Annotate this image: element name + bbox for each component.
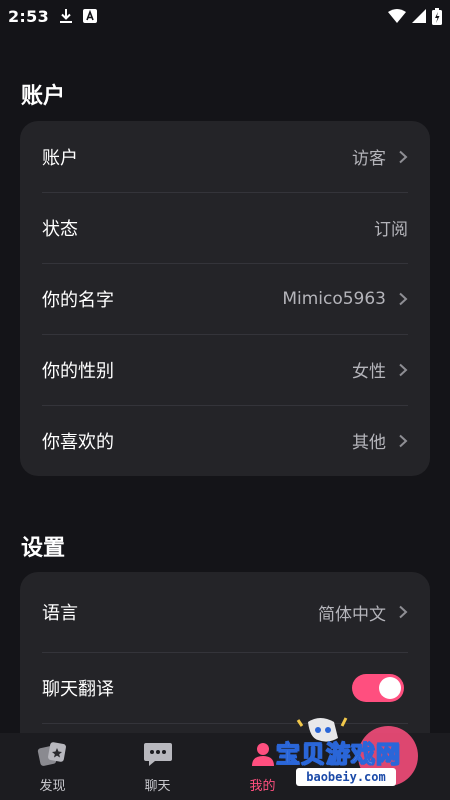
row-label: 聊天翻译 — [42, 678, 114, 700]
row-value: 订阅 — [374, 220, 408, 240]
row-status[interactable]: 状态 订阅 — [20, 192, 430, 263]
discover-icon — [36, 740, 70, 772]
chat-translation-toggle[interactable] — [352, 673, 404, 702]
chevron-right-icon — [398, 363, 408, 377]
watermark-title: 宝贝游戏网 — [276, 740, 401, 769]
toggle-knob — [379, 676, 401, 699]
chevron-right-icon — [398, 605, 408, 619]
wifi-icon — [388, 9, 406, 23]
battery-charging-icon — [432, 7, 442, 25]
download-icon — [59, 8, 73, 24]
row-value: 简体中文 — [318, 604, 386, 625]
profile-screen: 2:53 账户 账户 访客 状态 订阅 你的名字 Mimico5963 你的性别… — [0, 0, 450, 800]
row-your-gender[interactable]: 你的性别 女性 — [20, 334, 430, 405]
row-your-name[interactable]: 你的名字 Mimico5963 — [20, 263, 430, 334]
chevron-right-icon — [398, 150, 408, 164]
status-bar: 2:53 — [0, 0, 450, 32]
row-value: 访客 — [352, 149, 386, 169]
row-label: 你的性别 — [42, 360, 114, 382]
row-language[interactable]: 语言 简体中文 — [20, 572, 430, 652]
row-label: 状态 — [42, 218, 78, 240]
cellular-signal-icon — [412, 9, 426, 23]
app-notification-icon — [83, 9, 97, 23]
row-value: 其他 — [352, 433, 386, 453]
row-label: 语言 — [42, 603, 78, 624]
row-label: 账户 — [42, 147, 78, 169]
nav-item-discover[interactable]: 发现 — [0, 733, 105, 800]
row-your-preference[interactable]: 你喜欢的 其他 — [20, 405, 430, 476]
row-value: 女性 — [352, 362, 386, 382]
chat-icon — [143, 740, 173, 772]
watermark-url: baobeiy.com — [296, 768, 396, 786]
row-value: Mimico5963 — [282, 288, 386, 309]
chevron-right-icon — [398, 434, 408, 448]
nav-label: 发现 — [39, 778, 66, 794]
section-title-account: 账户 — [21, 84, 66, 109]
chevron-right-icon — [398, 292, 408, 306]
row-label: 你喜欢的 — [42, 431, 114, 453]
nav-label: 聊天 — [144, 778, 171, 794]
row-account[interactable]: 账户 访客 — [20, 121, 430, 192]
nav-item-chat[interactable]: 聊天 — [105, 733, 210, 800]
watermark: 宝贝游戏网 baobeiy.com — [268, 712, 450, 800]
status-time: 2:53 — [8, 6, 49, 26]
account-card: 账户 访客 状态 订阅 你的名字 Mimico5963 你的性别 女性 你喜欢的… — [20, 121, 430, 476]
section-title-settings: 设置 — [21, 536, 66, 561]
row-label: 你的名字 — [42, 289, 114, 311]
